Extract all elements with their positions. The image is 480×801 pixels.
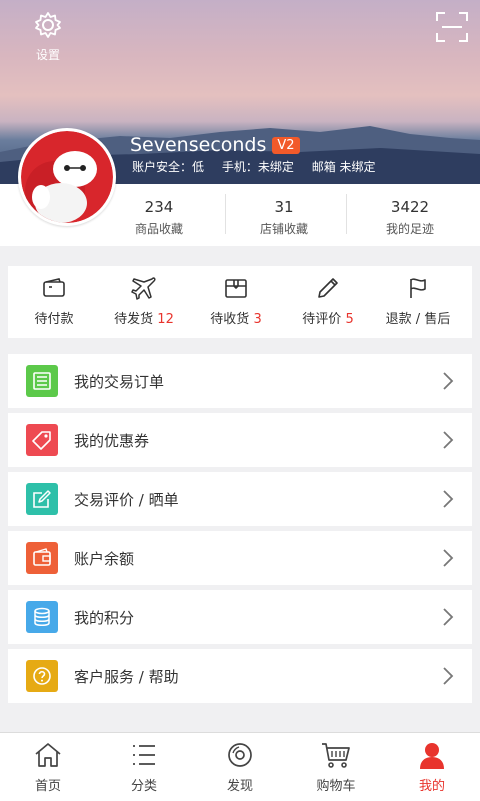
menu-item-trade-orders[interactable]: 我的交易订单 (8, 354, 472, 408)
username-text: Sevenseconds (130, 134, 267, 156)
order-pending-shipment[interactable]: 待发货 12 (98, 276, 190, 327)
stat-product-favorites[interactable]: 234 商品收藏 (99, 198, 219, 237)
balance-wallet-icon (26, 542, 58, 574)
username: Sevenseconds V2 (130, 134, 300, 156)
chevron-right-icon (443, 667, 454, 685)
order-label: 待收货 (210, 312, 250, 327)
cart-icon (322, 743, 350, 768)
scan-button[interactable] (436, 12, 468, 46)
account-security: 账户安全：低 (132, 160, 205, 174)
order-pending-receipt[interactable]: 待收货 3 (190, 276, 282, 327)
menu-item-help[interactable]: 客户服务 / 帮助 (8, 649, 472, 703)
stat-store-favorites[interactable]: 31 店铺收藏 (224, 198, 344, 237)
chevron-right-icon (443, 431, 454, 449)
tab-label: 分类 (130, 779, 157, 794)
flag-icon (410, 278, 426, 298)
chevron-right-icon (443, 490, 454, 508)
tab-discover[interactable]: 发现 (192, 741, 288, 794)
tab-label: 购物车 (316, 779, 356, 794)
account-info: 账户安全：低 手机：未绑定 邮箱 未绑定 (132, 158, 390, 175)
order-label: 待付款 (34, 312, 74, 327)
avatar-robot-image (21, 131, 113, 223)
menu-label: 交易评价 / 晒单 (74, 491, 179, 509)
stat-label: 我的足迹 (385, 222, 434, 236)
tab-category[interactable]: 分类 (96, 741, 192, 794)
order-list-icon (26, 365, 58, 397)
coupon-tag-icon (26, 424, 58, 456)
stat-value: 31 (274, 198, 294, 216)
stat-footprints[interactable]: 3422 我的足迹 (350, 198, 470, 237)
menu-item-reviews[interactable]: 交易评价 / 晒单 (8, 472, 472, 526)
person-icon (420, 743, 444, 769)
stat-value: 3422 (390, 198, 430, 216)
order-label: 待评价 (302, 312, 342, 327)
order-count: 3 (253, 312, 262, 327)
order-label: 待发货 (114, 312, 154, 327)
tab-label: 我的 (418, 779, 445, 794)
pencil-icon (318, 278, 338, 298)
stat-value: 234 (144, 198, 174, 216)
order-pending-review[interactable]: 待评价 5 (282, 276, 374, 327)
scan-icon (436, 12, 468, 42)
category-list-icon (133, 745, 155, 765)
order-count: 5 (345, 312, 354, 327)
menu-label: 我的交易订单 (74, 373, 165, 391)
help-question-icon (26, 660, 58, 692)
chevron-right-icon (443, 549, 454, 567)
menu-label: 账户余额 (74, 550, 135, 568)
divider (346, 194, 347, 234)
avatar[interactable] (18, 128, 116, 226)
bottom-tab-bar: 首页 分类 发现 购物车 我的 (0, 732, 480, 801)
level-badge: V2 (272, 137, 300, 154)
menu-item-points[interactable]: 我的积分 (8, 590, 472, 644)
menu-item-coupons[interactable]: 我的优惠券 (8, 413, 472, 467)
settings-button[interactable]: 设置 (28, 10, 68, 63)
home-icon (35, 743, 61, 767)
order-label: 退款 / 售后 (385, 312, 451, 327)
phone-status[interactable]: 手机：未绑定 (222, 160, 294, 174)
discover-disc-icon (228, 743, 252, 767)
email-status[interactable]: 邮箱 未绑定 (312, 160, 376, 174)
wallet-icon (43, 278, 65, 297)
stat-label: 商品收藏 (134, 222, 183, 236)
menu-item-balance[interactable]: 账户余额 (8, 531, 472, 585)
menu-label: 客户服务 / 帮助 (74, 668, 179, 686)
tab-home[interactable]: 首页 (0, 741, 96, 794)
settings-label: 设置 (35, 48, 60, 62)
tab-label: 首页 (34, 779, 61, 794)
gear-icon (35, 12, 61, 38)
stat-label: 店铺收藏 (259, 222, 308, 236)
airplane-icon (131, 277, 156, 300)
tab-cart[interactable]: 购物车 (288, 741, 384, 794)
order-pending-payment[interactable]: 待付款 (8, 276, 100, 327)
order-status-bar: 待付款 待发货 12 待收货 3 待评价 5 退款 / 售后 (8, 266, 472, 338)
tab-mine[interactable]: 我的 (384, 741, 480, 794)
order-count: 12 (157, 312, 174, 327)
chevron-right-icon (443, 608, 454, 626)
order-refund-aftersales[interactable]: 退款 / 售后 (372, 276, 464, 327)
points-database-icon (26, 601, 58, 633)
menu-label: 我的积分 (74, 609, 135, 627)
chevron-right-icon (443, 372, 454, 390)
package-icon (225, 279, 247, 298)
edit-review-icon (26, 483, 58, 515)
tab-label: 发现 (226, 779, 253, 794)
menu-label: 我的优惠券 (74, 432, 150, 450)
